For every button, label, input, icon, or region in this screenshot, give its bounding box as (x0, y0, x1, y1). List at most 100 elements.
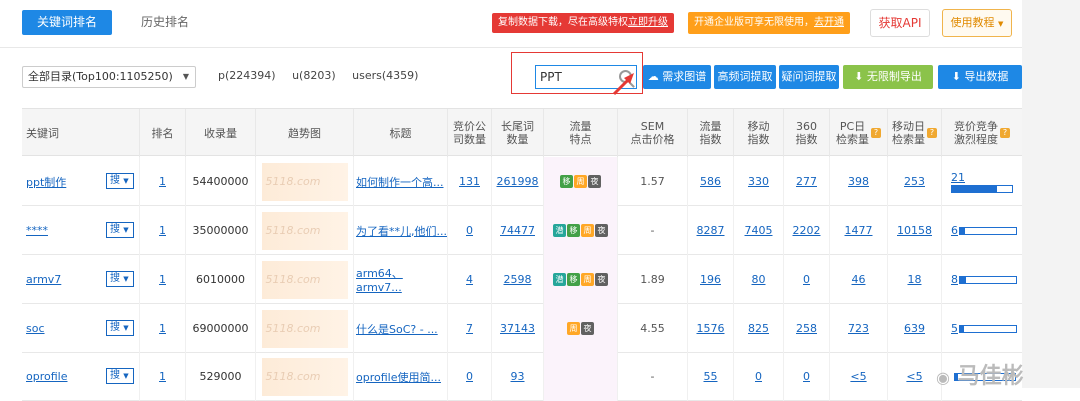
keyword-link[interactable]: soc (26, 322, 45, 335)
title-link[interactable]: arm64、armv7... (356, 265, 447, 294)
col-mobile-index[interactable]: 移动 指数 (734, 109, 784, 157)
mobile-index-link[interactable]: 80 (752, 273, 766, 286)
trend-chart[interactable]: 5118.com (261, 309, 348, 348)
flow-index-link[interactable]: 196 (700, 273, 721, 286)
title-link[interactable]: oprofile使用简... (356, 369, 441, 385)
pc-daily-link[interactable]: 398 (848, 175, 869, 188)
search-engine-select[interactable]: 搜 ▼ (106, 271, 134, 287)
index-360-link[interactable]: 0 (803, 370, 810, 383)
right-side-panel (1022, 0, 1080, 388)
index-360-link[interactable]: 277 (796, 175, 817, 188)
mobile-index-link[interactable]: 0 (755, 370, 762, 383)
title-link[interactable]: 如何制作一个高... (356, 174, 444, 190)
mobile-daily-link[interactable]: 18 (908, 273, 922, 286)
keyword-link[interactable]: armv7 (26, 273, 61, 286)
mobile-daily-link[interactable]: 10158 (897, 224, 932, 237)
mobile-daily-link[interactable]: 253 (904, 175, 925, 188)
mobile-index-link[interactable]: 7405 (745, 224, 773, 237)
long-tail-link[interactable]: 93 (511, 370, 525, 383)
flow-index-link[interactable]: 586 (700, 175, 721, 188)
rank-link[interactable]: 1 (159, 322, 166, 335)
mobile-index-cell: 80 (734, 255, 784, 304)
competition-value[interactable]: 21 (951, 171, 965, 184)
tutorial-button[interactable]: 使用教程 ▼ (942, 9, 1012, 37)
col-mobile-daily[interactable]: 移动日 检索量? (888, 109, 942, 157)
col-bid-companies[interactable]: 竞价公 司数量 (448, 109, 492, 157)
export-data-button[interactable]: ⬇ 导出数据 (938, 65, 1022, 89)
competition-value[interactable]: 6 (951, 224, 958, 237)
col-flow-index[interactable]: 流量 指数 (688, 109, 734, 157)
search-engine-select[interactable]: 搜 ▼ (106, 368, 134, 384)
help-icon[interactable]: ? (927, 128, 937, 138)
col-long-tail[interactable]: 长尾词 数量 (492, 109, 544, 157)
index-360-cell: 0 (784, 352, 830, 401)
trend-chart[interactable]: 5118.com (261, 357, 348, 396)
flow-index-link[interactable]: 8287 (697, 224, 725, 237)
col-360-index[interactable]: 360 指数 (784, 109, 830, 157)
high-freq-extract-button[interactable]: 高频词提取 (714, 65, 776, 89)
pc-daily-link[interactable]: <5 (850, 370, 866, 383)
keyword-link[interactable]: **** (26, 224, 48, 237)
index-360-link[interactable]: 258 (796, 322, 817, 335)
bid-companies-link[interactable]: 4 (466, 273, 473, 286)
flow-index-link[interactable]: 1576 (697, 322, 725, 335)
mobile-index-cell: 825 (734, 304, 784, 353)
traffic-feature-cell: 潜移周夜 (544, 206, 618, 255)
copy-data-promo[interactable]: 复制数据下载，尽在高级特权立即升级 (492, 13, 674, 33)
title-link[interactable]: 为了看**儿,他们... (356, 223, 447, 239)
bid-companies-link[interactable]: 131 (459, 175, 480, 188)
keyword-link[interactable]: oprofile (26, 370, 67, 383)
search-engine-select[interactable]: 搜 ▼ (106, 173, 134, 189)
traffic-feature-cell: 潜移周夜 (544, 255, 618, 304)
long-tail-link[interactable]: 2598 (504, 273, 532, 286)
help-icon[interactable]: ? (1000, 128, 1010, 138)
bid-companies-link[interactable]: 0 (466, 370, 473, 383)
tab-history-ranking[interactable]: 历史排名 (130, 10, 200, 35)
pc-daily-link[interactable]: 723 (848, 322, 869, 335)
mobile-daily-link[interactable]: <5 (906, 370, 922, 383)
search-engine-select[interactable]: 搜 ▼ (106, 320, 134, 336)
long-tail-link[interactable]: 74477 (500, 224, 535, 237)
flow-index-link[interactable]: 55 (704, 370, 718, 383)
unlimited-export-button[interactable]: ⬇ 无限制导出 (843, 65, 933, 89)
open-enterprise-link[interactable]: 去开通 (814, 17, 844, 28)
trend-chart[interactable]: 5118.com (261, 162, 348, 201)
rank-link[interactable]: 1 (159, 273, 166, 286)
mobile-index-link[interactable]: 330 (748, 175, 769, 188)
get-api-button[interactable]: 获取API (870, 9, 930, 37)
col-keyword[interactable]: 关键词 (22, 109, 140, 157)
competition-cell: 5 (942, 304, 1022, 353)
col-rank[interactable]: 排名 (140, 109, 186, 157)
rank-link[interactable]: 1 (159, 370, 166, 383)
rank-link[interactable]: 1 (159, 175, 166, 188)
competition-value[interactable]: 8 (951, 273, 958, 286)
index-360-link[interactable]: 2202 (793, 224, 821, 237)
pc-daily-link[interactable]: 46 (852, 273, 866, 286)
search-engine-select[interactable]: 搜 ▼ (106, 222, 134, 238)
question-extract-button[interactable]: 疑问词提取 (779, 65, 839, 89)
tab-keyword-ranking[interactable]: 关键词排名 (22, 10, 112, 35)
col-sem-price[interactable]: SEM 点击价格 (618, 109, 688, 157)
bid-companies-link[interactable]: 0 (466, 224, 473, 237)
col-indexed[interactable]: 收录量 (186, 109, 256, 157)
mobile-daily-link[interactable]: 639 (904, 322, 925, 335)
help-icon[interactable]: ? (871, 128, 881, 138)
trend-chart[interactable]: 5118.com (261, 260, 348, 299)
col-pc-daily[interactable]: PC日 检索量? (830, 109, 888, 157)
competition-value[interactable]: 5 (951, 322, 958, 335)
bid-companies-link[interactable]: 7 (466, 322, 473, 335)
index-360-link[interactable]: 0 (803, 273, 810, 286)
pc-daily-link[interactable]: 1477 (845, 224, 873, 237)
rank-link[interactable]: 1 (159, 224, 166, 237)
upgrade-link[interactable]: 立即升级 (628, 17, 668, 28)
demand-graph-button[interactable]: ☁ 需求图谱 (643, 65, 711, 89)
enterprise-promo[interactable]: 开通企业版可享无限使用，去开通 (688, 12, 850, 34)
col-bid-competition[interactable]: 竞价竞争 激烈程度? (942, 109, 1022, 157)
mobile-index-link[interactable]: 825 (748, 322, 769, 335)
directory-select[interactable]: 全部目录(Top100:1105250) ▼ (22, 66, 196, 88)
title-link[interactable]: 什么是SoC? - ... (356, 321, 438, 337)
trend-chart[interactable]: 5118.com (261, 211, 348, 250)
long-tail-link[interactable]: 261998 (497, 175, 539, 188)
long-tail-link[interactable]: 37143 (500, 322, 535, 335)
keyword-link[interactable]: ppt制作 (26, 174, 66, 190)
